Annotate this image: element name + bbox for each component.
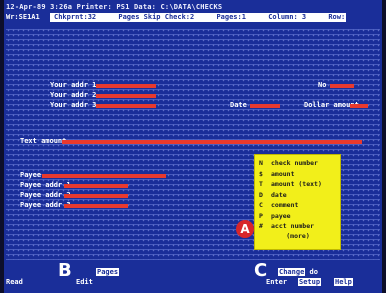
payee-field[interactable] <box>42 174 166 178</box>
field-help-menu: N check number $ amount T amount (text) … <box>254 154 341 250</box>
text-amount-field[interactable] <box>62 140 362 144</box>
fkey-enter-label: Enter <box>266 278 288 286</box>
help-label: check number <box>271 159 318 167</box>
your-addr-3-label[interactable]: Your addr 3 <box>50 102 96 109</box>
text-amount-label[interactable]: Text amount <box>20 138 66 145</box>
fkey-help[interactable]: Help <box>334 278 353 286</box>
check-number-field[interactable] <box>330 84 354 88</box>
help-item-comment[interactable]: C comment <box>259 200 337 211</box>
fkey-change-suffix: do <box>309 268 318 276</box>
your-addr-2-field[interactable] <box>96 94 156 98</box>
help-key: N <box>259 159 263 167</box>
payee-label[interactable]: Payee <box>20 172 41 179</box>
fkey-setup-label: Setup <box>298 278 322 286</box>
payee-addr-2-label[interactable]: Payee addr 2 <box>20 192 71 199</box>
payee-addr-3-label[interactable]: Payee addr 3 <box>20 202 71 209</box>
help-key: T <box>259 180 263 188</box>
fkey-pages[interactable]: Pages <box>96 268 120 276</box>
fkey-help-label: Help <box>334 278 353 286</box>
info-line: Wr:SE1A1 Chkprnt:32 Pages Skip Check:2 P… <box>6 13 372 23</box>
fkey-pages-label: Pages <box>96 268 120 276</box>
status-bar: 12-Apr-89 3:26a Printer: PS1 Data: C:\DA… <box>6 3 223 11</box>
help-label: acct number <box>271 222 315 230</box>
your-addr-2-label[interactable]: Your addr 2 <box>50 92 96 99</box>
help-label: date <box>271 190 287 199</box>
info-prefix: Wr:SE1A1 <box>6 13 40 21</box>
info-item-row: Row: 3 <box>328 13 346 21</box>
help-key: D <box>259 190 263 199</box>
your-addr-3-field[interactable] <box>96 104 156 108</box>
help-item-acct-number[interactable]: # acct number <box>259 221 337 232</box>
help-item-amount-text[interactable]: T amount (text) <box>259 179 337 190</box>
date-label[interactable]: Date <box>230 102 247 109</box>
monitor-bezel-left <box>0 0 4 293</box>
fkey-edit-label: Edit <box>76 278 93 286</box>
fkey-read[interactable]: Read <box>6 278 23 286</box>
monitor-screen: 12-Apr-89 3:26a Printer: PS1 Data: C:\DA… <box>0 0 386 293</box>
payee-addr-1-field[interactable] <box>64 184 128 188</box>
date-field[interactable] <box>250 104 280 108</box>
info-bar: Chkprnt:32 Pages Skip Check:2 Pages:1 Co… <box>50 13 346 22</box>
info-item-skip: Pages Skip Check:2 <box>118 13 195 21</box>
help-item-check-number[interactable]: N check number <box>259 158 337 169</box>
payee-addr-3-field[interactable] <box>64 204 128 208</box>
help-item-amount[interactable]: $ amount <box>259 169 337 180</box>
fkey-change-label: Change <box>278 268 306 276</box>
info-item-chkprnt: Chkprnt:32 <box>54 13 97 21</box>
help-key: $ <box>259 169 263 178</box>
help-more[interactable]: (more) <box>259 232 337 241</box>
monitor-bezel-right <box>382 0 386 293</box>
fkey-change[interactable]: Change do <box>278 268 318 276</box>
help-item-date[interactable]: D date <box>259 190 337 201</box>
callout-b-marker: B <box>58 260 72 281</box>
fkey-edit[interactable]: Edit <box>76 278 93 286</box>
your-addr-1-field[interactable] <box>96 84 156 88</box>
callout-a-marker: A <box>236 220 254 238</box>
your-addr-1-label[interactable]: Your addr 1 <box>50 82 96 89</box>
fkey-enter[interactable]: Enter <box>266 278 287 286</box>
check-number-label[interactable]: No <box>318 82 326 89</box>
help-key: C <box>259 201 263 209</box>
info-item-pages: Pages:1 <box>216 13 246 21</box>
help-label: amount <box>271 169 295 178</box>
info-item-column: Column: 3 <box>268 13 307 21</box>
help-item-payee[interactable]: P payee <box>259 211 337 222</box>
dollar-amount-field[interactable] <box>350 104 368 108</box>
help-label: comment <box>271 201 299 209</box>
payee-addr-1-label[interactable]: Payee addr 1 <box>20 182 71 189</box>
help-label: payee <box>271 211 291 220</box>
function-key-bar: Read B Pages Edit C Change do Enter Setu… <box>4 260 382 291</box>
payee-addr-2-field[interactable] <box>64 194 128 198</box>
help-label: amount (text) <box>271 180 322 188</box>
help-key: # <box>259 222 263 230</box>
fkey-read-label: Read <box>6 278 23 286</box>
help-key: P <box>259 211 263 220</box>
fkey-setup[interactable]: Setup <box>298 278 322 286</box>
